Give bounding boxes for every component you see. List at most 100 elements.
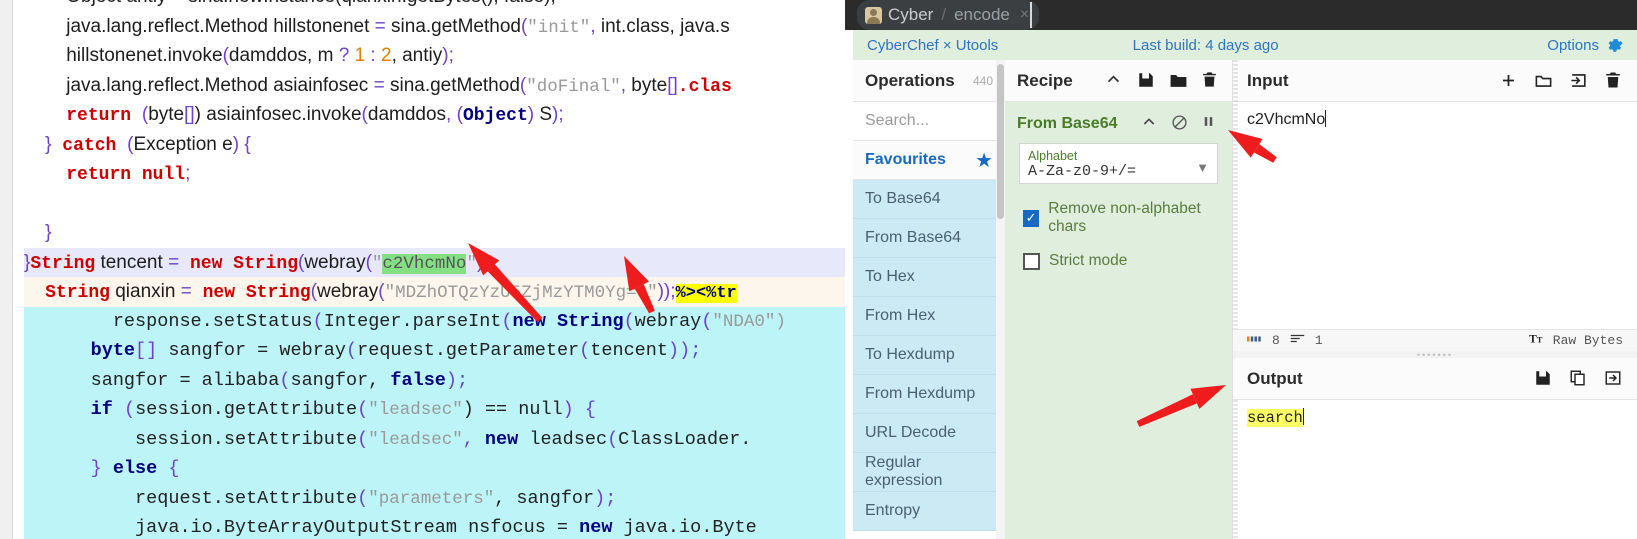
code-line[interactable]: java.lang.reflect.Method asiainfosec = s… [24,70,858,100]
recipe-toolbar[interactable] [1105,71,1220,90]
code-token: String [45,283,110,303]
copy-icon[interactable] [1569,369,1588,388]
code-token: Exception e [133,133,233,155]
code-line[interactable]: byte[] sangfor = webray(request.getParam… [24,336,858,366]
chevron-up-icon[interactable] [1141,114,1160,133]
browser-tab-cyber[interactable]: Cyber / encode × [857,0,1040,30]
code-editor[interactable]: Object antiy = sina.newInstance(qianxin.… [0,0,858,539]
code-token: request.setAttribute [135,487,358,509]
code-line[interactable]: String qianxin = new String(webray("MDZh… [24,277,858,307]
code-token: java.io.ByteArrayOutputStream nsfocus = [135,517,580,538]
code-line[interactable]: if (session.getAttribute("leadsec") == n… [24,395,858,425]
alphabet-argument[interactable]: Alphabet A-Za-z0-9+/= ▼ [1019,143,1218,184]
operation-item[interactable]: Entropy [853,492,1005,531]
pause-icon[interactable] [1201,114,1220,133]
io-resize-handle[interactable] [1233,60,1238,539]
code-line[interactable]: } [24,218,858,248]
options-label[interactable]: Options [1547,37,1599,54]
editor-scrollbar-thumb[interactable] [2,0,11,539]
plus-icon[interactable] [1499,71,1518,90]
input-encoding-label[interactable]: Raw Bytes [1553,333,1623,348]
output-caret [1302,408,1304,425]
editor-outer-scrollbar[interactable] [0,0,13,539]
window-titlebar[interactable]: Cyber / encode × [845,0,1637,30]
folder-open-icon[interactable] [1534,71,1553,90]
input-value[interactable]: c2VhcmNo [1247,111,1325,128]
chevron-up-icon[interactable] [1105,71,1124,90]
checkbox-remove-non-alphabet[interactable]: ✓ Remove non-alphabet chars [1005,184,1232,236]
code-line[interactable] [24,188,858,218]
operations-scrollbar-thumb[interactable] [997,64,1004,219]
save-disk-icon[interactable] [1534,369,1553,388]
folder-icon[interactable] [1169,71,1188,90]
code-line[interactable]: } else { [24,454,858,484]
code-token: ); [442,45,454,66]
code-token: ; [185,163,191,184]
recipe-operations-list[interactable]: From Base64 Alphabet A-Za-z0-9+/= ▼ ✓ Re… [1005,102,1232,539]
save-disk-icon[interactable] [1137,71,1156,90]
checkbox-strict-mode[interactable]: Strict mode [1005,236,1232,270]
cyberchef-brand[interactable]: CyberChef × Utools [867,37,998,54]
operation-item[interactable]: To Hex [853,258,1005,297]
cyberchef-window[interactable]: Cyber / encode × CyberChef × Utools Last… [845,0,1637,539]
code-line[interactable]: return (byte[]) asiainfosec.invoke(damdd… [24,100,858,130]
operation-item-label: To Hexdump [865,346,955,363]
options-group[interactable]: Options [1547,37,1623,54]
code-line[interactable]: request.setAttribute("parameters", sangf… [24,483,858,513]
code-line[interactable]: response.setStatus(Integer.parseInt(new … [24,306,858,336]
code-line[interactable]: java.io.ByteArrayOutputStream nsfocus = … [24,513,858,539]
code-text-area[interactable]: Object antiy = sina.newInstance(qianxin.… [24,0,858,539]
operations-search-input[interactable]: Search... [853,102,1005,141]
operation-item[interactable]: To Hexdump [853,336,1005,375]
code-token: %><%tr [675,284,737,303]
checkbox-unchecked-icon[interactable] [1023,252,1040,270]
trash-icon[interactable] [1604,71,1623,90]
disable-circle-icon[interactable] [1171,114,1190,133]
code-line[interactable]: sangfor = alibaba(sangfor, false); [24,365,858,395]
text-caret [1325,110,1327,127]
operations-list[interactable]: To Base64 From Base64 To Hex From Hex To Hex… [853,180,1005,531]
recipe-operation-controls[interactable] [1141,114,1220,133]
code-line[interactable]: Object antiy = sina.newInstance(qianxin.… [24,0,858,12]
operation-item[interactable]: From Base64 [853,219,1005,258]
trash-icon[interactable] [1201,71,1220,90]
code-line[interactable]: return null; [24,159,858,189]
output-value: search [1247,409,1303,427]
replace-input-icon[interactable] [1604,369,1623,388]
alphabet-value[interactable]: A-Za-z0-9+/= [1028,163,1209,180]
output-toolbar[interactable] [1534,369,1623,388]
code-line[interactable]: java.lang.reflect.Method hillstonenet = … [24,11,858,41]
input-encoding-group[interactable]: TT Raw Bytes [1529,332,1623,349]
code-line[interactable]: session.setAttribute("leadsec", new lead… [24,424,858,454]
input-textarea[interactable]: c2VhcmNo [1233,102,1637,137]
checkbox-checked-icon[interactable]: ✓ [1023,209,1040,227]
operations-scrollbar[interactable] [996,60,1005,539]
operation-item[interactable]: Regular expression [853,453,1005,492]
gear-icon[interactable] [1606,37,1623,54]
operations-header: Operations 440 [853,60,1005,102]
chevron-down-icon[interactable]: ▼ [1196,160,1209,175]
code-token: new String [191,283,311,303]
recipe-operation-from-base64[interactable]: From Base64 [1005,102,1232,139]
favourites-category[interactable]: Favourites ★ [853,141,1005,180]
code-line[interactable]: } catch (Exception e) { [24,129,858,159]
code-token: qianxin [109,281,181,302]
input-length-value: 8 [1272,333,1280,348]
close-icon[interactable]: × [1020,6,1029,24]
lines-icon [1290,333,1305,348]
operation-item[interactable]: URL Decode [853,414,1005,453]
operation-item[interactable]: From Hexdump [853,375,1005,414]
import-arrow-icon[interactable] [1569,71,1588,90]
io-splitter[interactable]: ••••••• [1233,350,1637,360]
abc-length-icon [1247,333,1262,348]
operation-item[interactable]: To Base64 [853,180,1005,219]
input-toolbar[interactable] [1499,71,1623,90]
code-token: 1 [349,45,371,66]
operation-item[interactable]: From Hex [853,297,1005,336]
code-line[interactable]: hillstonenet.invoke(damddos, m ? 1 : 2, … [24,41,858,71]
output-textarea[interactable]: search [1233,400,1637,435]
code-line[interactable]: }String tencent = new String(webray("c2V… [24,247,858,277]
